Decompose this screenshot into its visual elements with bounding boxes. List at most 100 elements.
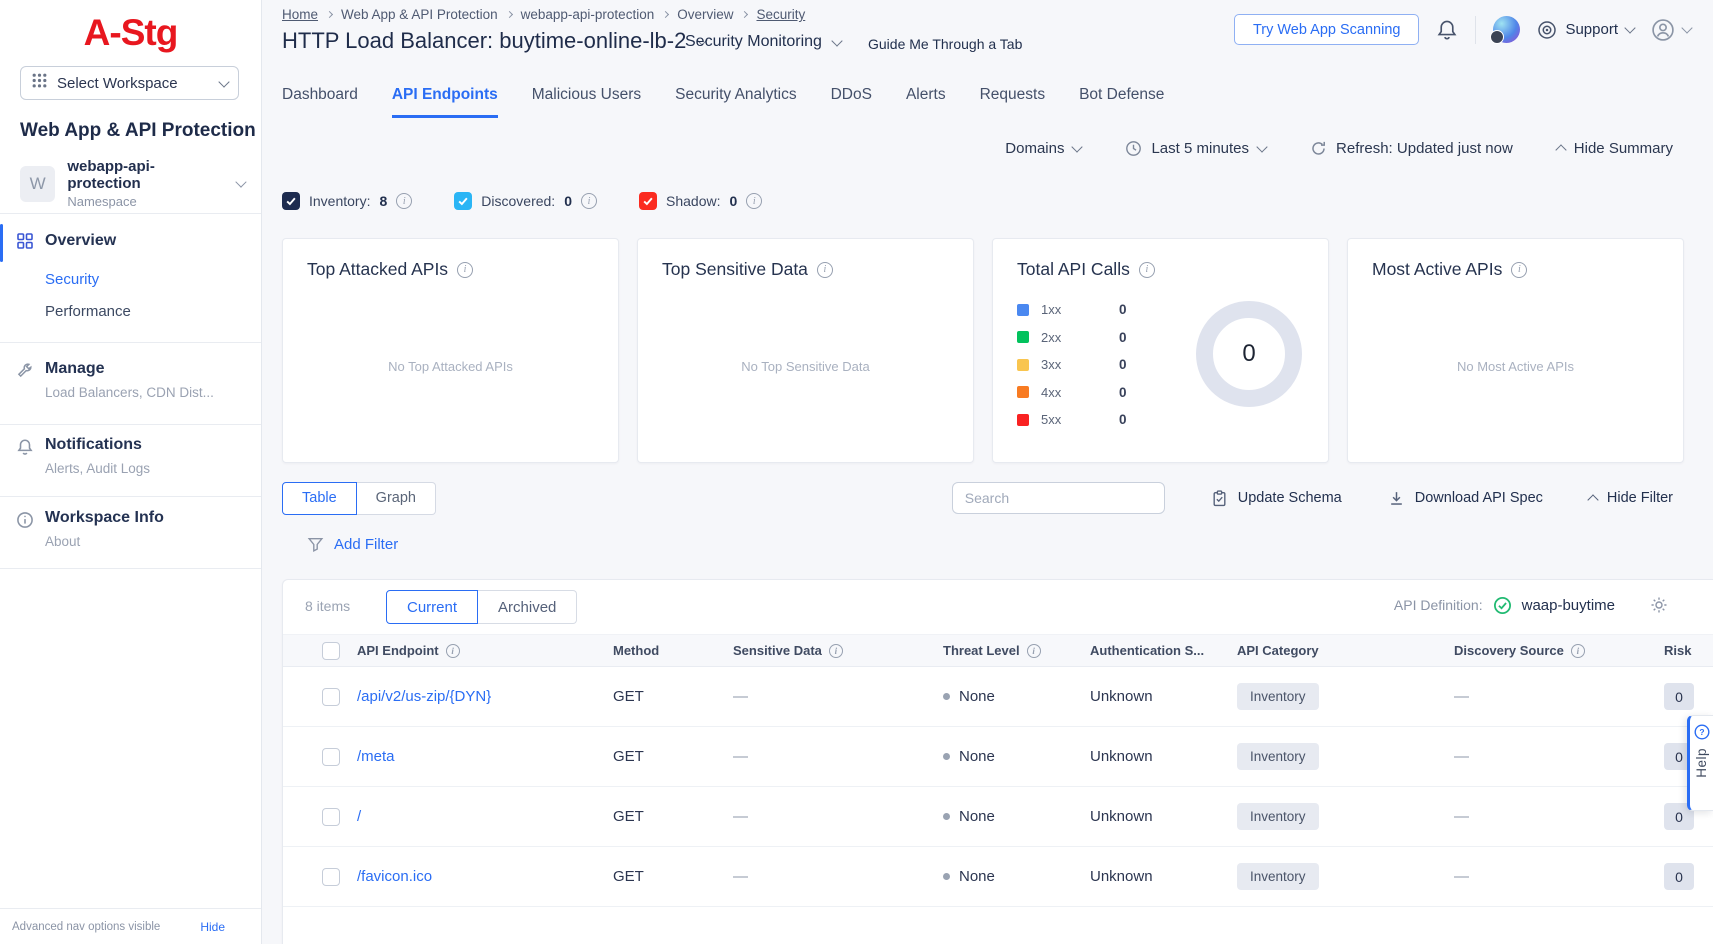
table-row[interactable]: /meta GET — None Unknown Inventory — 0 (283, 727, 1713, 787)
download-api-spec-button[interactable]: Download API Spec (1388, 490, 1543, 507)
discovery-source-cell: — (1454, 808, 1664, 825)
info-icon[interactable]: i (829, 644, 843, 658)
current-tab-button[interactable]: Current (386, 590, 478, 624)
notifications-bell-icon[interactable] (1436, 19, 1458, 41)
domains-dropdown[interactable]: Domains (1005, 140, 1081, 157)
search-input[interactable] (952, 482, 1165, 514)
empty-state-text: No Top Sensitive Data (638, 359, 973, 374)
info-icon[interactable]: i (581, 193, 597, 209)
download-api-spec-label: Download API Spec (1415, 490, 1543, 506)
monitor-mode-label: Security Monitoring (685, 33, 822, 51)
table-row[interactable]: / GET — None Unknown Inventory — 0 (283, 787, 1713, 847)
breadcrumb-namespace[interactable]: webapp-api-protection (521, 7, 655, 22)
topbar-actions: Try Web App Scanning Support (1234, 14, 1691, 45)
shadow-checkbox[interactable] (639, 192, 657, 210)
info-icon[interactable]: i (1511, 262, 1527, 278)
col-sensitive-data[interactable]: Sensitive Data (733, 643, 822, 658)
refresh-icon (1310, 140, 1327, 157)
try-web-app-scanning-button[interactable]: Try Web App Scanning (1234, 14, 1420, 45)
info-icon[interactable]: i (746, 193, 762, 209)
col-api-category[interactable]: API Category (1237, 643, 1319, 658)
guide-me-link[interactable]: Guide Me Through a Tab (868, 36, 1022, 52)
refresh-button[interactable]: Refresh: Updated just now (1310, 140, 1513, 157)
hide-nav-link[interactable]: Hide (200, 920, 225, 934)
sidebar-item-notifications-label: Notifications (45, 436, 142, 454)
brand-logo: A-Stg (0, 12, 261, 54)
table-row[interactable]: /favicon.ico GET — None Unknown Inventor… (283, 847, 1713, 907)
breadcrumb-home[interactable]: Home (282, 7, 318, 22)
table-row[interactable]: /api/v2/us-zip/{DYN} GET — None Unknown … (283, 667, 1713, 727)
tab-alerts[interactable]: Alerts (906, 86, 946, 118)
discovery-source-cell: — (1454, 748, 1664, 765)
endpoint-link[interactable]: /meta (357, 748, 613, 765)
time-range-dropdown[interactable]: Last 5 minutes (1125, 140, 1266, 157)
table-view-button[interactable]: Table (282, 482, 357, 515)
col-authentication[interactable]: Authentication S... (1090, 643, 1204, 658)
row-checkbox[interactable] (322, 748, 340, 766)
breadcrumb-overview[interactable]: Overview (677, 7, 733, 22)
sidebar-item-overview-label: Overview (45, 232, 116, 250)
update-schema-button[interactable]: Update Schema (1211, 490, 1342, 507)
info-icon[interactable]: i (1139, 262, 1155, 278)
row-checkbox[interactable] (322, 808, 340, 826)
auth-status-cell: Unknown (1090, 748, 1237, 765)
info-icon[interactable]: i (1571, 644, 1585, 658)
tenant-avatar[interactable] (1493, 16, 1520, 43)
info-icon[interactable]: i (817, 262, 833, 278)
tab-dashboard[interactable]: Dashboard (282, 86, 358, 118)
inventory-toggle[interactable]: Inventory: 8 i (282, 192, 412, 210)
divider (0, 496, 261, 497)
shadow-toggle[interactable]: Shadow: 0 i (639, 192, 762, 210)
endpoint-link[interactable]: / (357, 808, 613, 825)
domains-label: Domains (1005, 140, 1064, 157)
product-title: Web App & API Protection (20, 120, 256, 142)
hide-summary-toggle[interactable]: Hide Summary (1557, 140, 1673, 157)
tab-malicious-users[interactable]: Malicious Users (532, 86, 641, 118)
tab-security-analytics[interactable]: Security Analytics (675, 86, 796, 118)
breadcrumb-security[interactable]: Security (756, 7, 805, 22)
graph-view-button[interactable]: Graph (357, 482, 436, 515)
sidebar-item-workspace-info-label: Workspace Info (45, 509, 164, 527)
legend-label: 2xx (1041, 330, 1119, 345)
tab-bot-defense[interactable]: Bot Defense (1079, 86, 1164, 118)
download-icon (1388, 490, 1405, 507)
row-checkbox[interactable] (322, 868, 340, 886)
tab-api-endpoints[interactable]: API Endpoints (392, 86, 498, 118)
select-all-checkbox[interactable] (322, 642, 340, 660)
sidebar-item-security[interactable]: Security (45, 271, 99, 288)
col-threat-level[interactable]: Threat Level (943, 643, 1020, 658)
hide-filter-toggle[interactable]: Hide Filter (1589, 490, 1673, 506)
info-icon[interactable]: i (446, 644, 460, 658)
gear-icon[interactable] (1649, 595, 1669, 615)
api-definition-value[interactable]: waap-buytime (1522, 597, 1615, 614)
info-icon[interactable]: i (396, 193, 412, 209)
tab-requests[interactable]: Requests (980, 86, 1045, 118)
auth-status-cell: Unknown (1090, 808, 1237, 825)
inventory-checkbox[interactable] (282, 192, 300, 210)
namespace-selector[interactable]: W webapp-api-protection Namespace (20, 158, 245, 209)
col-api-endpoint[interactable]: API Endpoint (357, 643, 439, 658)
page-title-dropdown[interactable]: HTTP Load Balancer: buytime-online-lb-2 (282, 28, 706, 54)
sidebar-item-performance[interactable]: Performance (45, 303, 131, 320)
discovered-checkbox[interactable] (454, 192, 472, 210)
monitor-mode-dropdown[interactable]: Security Monitoring (685, 33, 841, 51)
tab-ddos[interactable]: DDoS (831, 86, 872, 118)
endpoint-link[interactable]: /favicon.ico (357, 868, 613, 885)
help-tab[interactable]: ? Help (1687, 715, 1713, 811)
support-menu[interactable]: Support (1537, 20, 1634, 40)
endpoint-link[interactable]: /api/v2/us-zip/{DYN} (357, 688, 613, 705)
col-method[interactable]: Method (613, 643, 659, 658)
col-risk[interactable]: Risk (1664, 643, 1691, 658)
col-discovery-source[interactable]: Discovery Source (1454, 643, 1564, 658)
question-circle-icon: ? (1694, 724, 1710, 740)
account-menu[interactable] (1651, 18, 1691, 42)
info-icon[interactable]: i (457, 262, 473, 278)
add-filter-button[interactable]: Add Filter (307, 536, 398, 553)
discovered-toggle[interactable]: Discovered: 0 i (454, 192, 597, 210)
archived-tab-button[interactable]: Archived (478, 590, 577, 624)
workspace-selector[interactable]: Select Workspace (20, 66, 239, 100)
info-icon[interactable]: i (1027, 644, 1041, 658)
sidebar-item-overview[interactable]: Overview (0, 229, 261, 257)
row-checkbox[interactable] (322, 688, 340, 706)
breadcrumb-waap[interactable]: Web App & API Protection (341, 7, 498, 22)
